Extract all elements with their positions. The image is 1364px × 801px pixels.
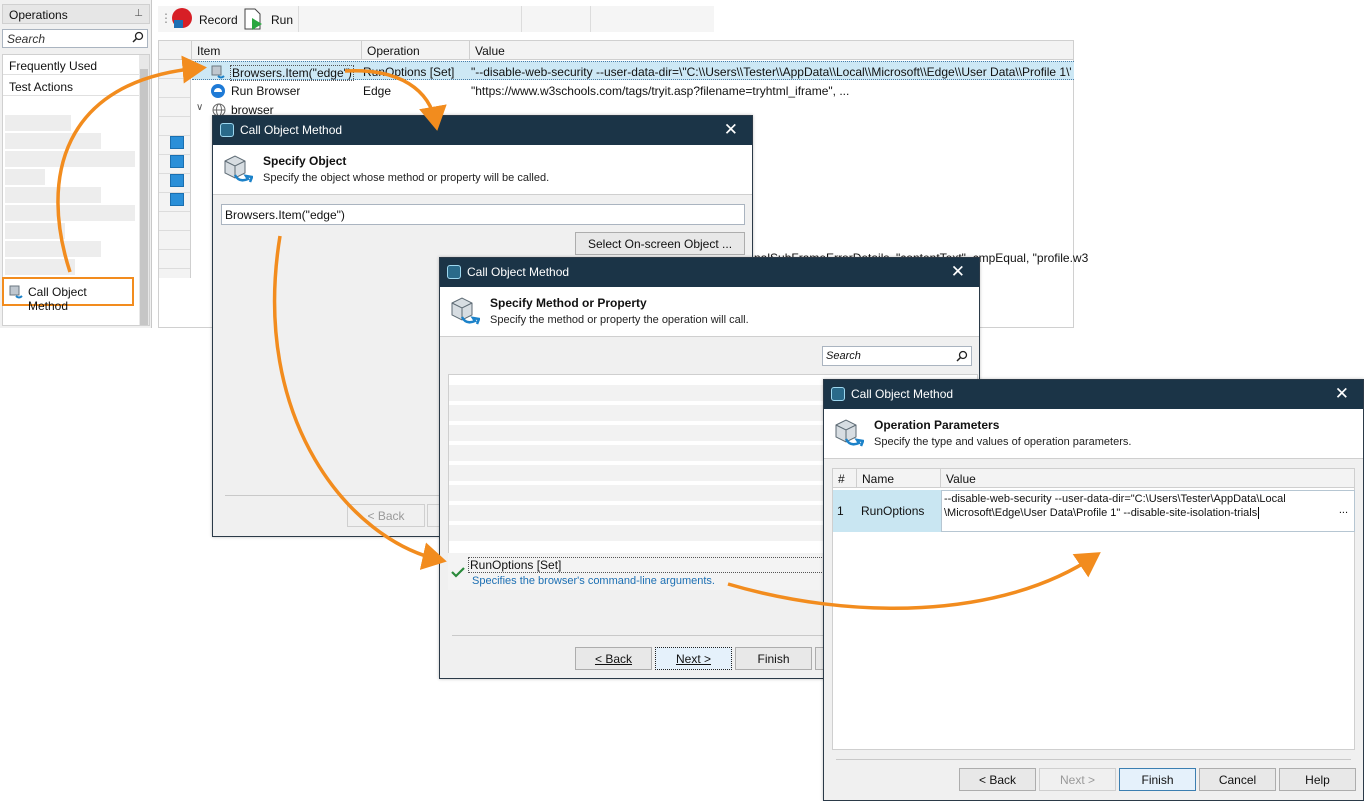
arrow-2 xyxy=(344,69,447,131)
workflow-arrows xyxy=(56,55,1101,610)
arrow-4 xyxy=(727,552,1101,610)
arrow-1 xyxy=(56,55,207,273)
arrow-3 xyxy=(272,235,447,570)
